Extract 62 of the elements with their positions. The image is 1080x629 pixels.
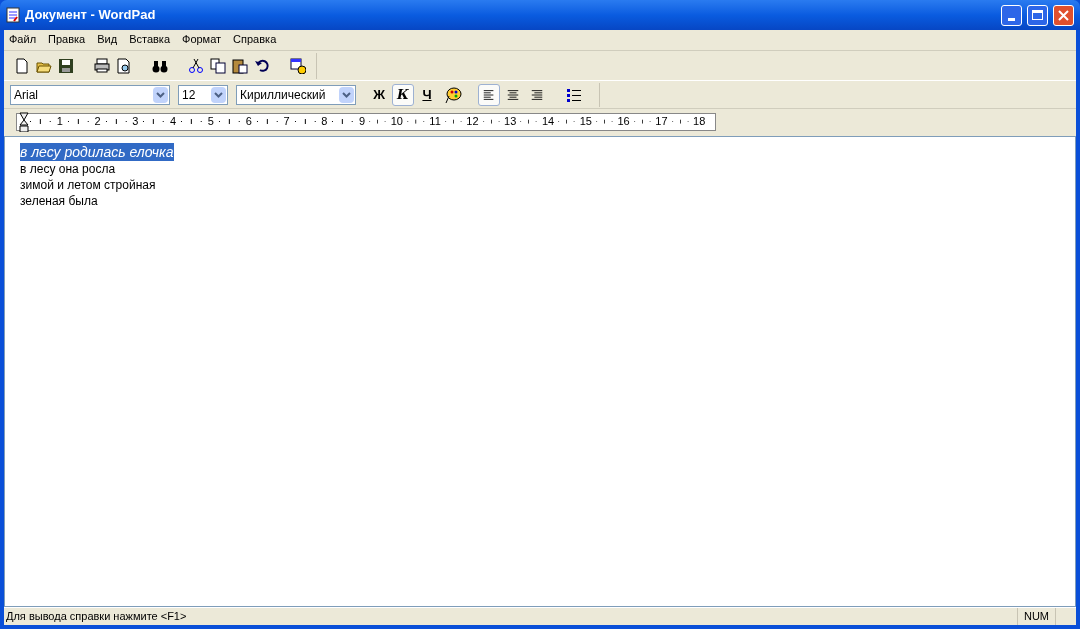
print-preview-icon[interactable] [116, 58, 132, 74]
binoculars-icon[interactable] [152, 58, 168, 74]
menu-item[interactable]: Вставка [129, 30, 170, 48]
menu-item[interactable]: Справка [233, 30, 277, 48]
script-dropdown[interactable]: Кириллический [236, 84, 356, 105]
close-x-icon[interactable] [1058, 9, 1069, 21]
ruler-number: 1 [56, 116, 63, 127]
indent-marker-icon[interactable] [19, 111, 29, 132]
ruler-number: 6 [245, 116, 252, 127]
menu-item[interactable]: Вид [97, 30, 118, 48]
document-area[interactable]: в лесу родилась елочка в лесу она росла зимой и летом стройная зеленая была [4, 136, 1076, 607]
undo-icon[interactable] [254, 58, 270, 74]
ruler-number: 9 [359, 116, 366, 127]
ruler-number: 10 [390, 116, 403, 127]
new-document-icon[interactable] [14, 58, 30, 74]
ruler-number: 4 [170, 116, 177, 127]
menu-item[interactable]: Правка [48, 30, 86, 48]
calendar-clock-icon[interactable] [290, 58, 306, 74]
dropdown-caret-icon[interactable] [211, 86, 226, 103]
ruler-number: 15 [579, 116, 592, 127]
ruler[interactable]: 1 2 3 4 5 6 7 8 9 10 11 12 13 14 15 16 17 18 [16, 112, 716, 131]
underline-button[interactable]: Ч [416, 83, 438, 106]
color-palette-icon[interactable] [444, 85, 462, 104]
dropdown-caret-icon[interactable] [339, 86, 354, 103]
ruler-number: 7 [283, 116, 290, 127]
align-left-button[interactable] [478, 83, 500, 106]
bullet-list-icon[interactable] [566, 87, 582, 102]
bold-button[interactable]: Ж [368, 83, 390, 106]
italic-button[interactable]: К [392, 83, 414, 106]
ruler-number: 14 [541, 116, 555, 127]
ruler-number: 18 [693, 116, 706, 127]
window-title: Документ - WordPad [25, 6, 157, 25]
document-line: зеленая была [20, 193, 98, 209]
ruler-number: 16 [617, 116, 630, 127]
notepad-icon [6, 7, 20, 23]
menu-item[interactable]: Файл [9, 30, 37, 48]
minimize-button[interactable] [1001, 4, 1022, 26]
scissors-icon[interactable] [188, 58, 204, 74]
dropdown-caret-icon[interactable] [153, 86, 168, 103]
ruler-number: 2 [94, 116, 101, 127]
ruler-number: 8 [321, 116, 328, 127]
ruler-number: 3 [132, 116, 139, 127]
align-right-icon[interactable] [530, 88, 544, 101]
ruler-number: 17 [655, 116, 668, 127]
ruler-number: 13 [504, 116, 517, 127]
ruler-number: 11 [429, 116, 441, 127]
printer-icon[interactable] [94, 58, 110, 74]
ruler-number: 5 [207, 116, 214, 127]
menu-item[interactable]: Формат [182, 30, 222, 48]
ruler-number: 12 [466, 116, 479, 127]
maximize-button[interactable] [1027, 4, 1048, 26]
font-dropdown[interactable]: Arial [10, 84, 170, 105]
document-line: зимой и летом стройная [20, 177, 156, 193]
num-lock-indicator: NUM [1016, 608, 1056, 625]
document-line: в лесу она росла [20, 161, 116, 177]
copy-icon[interactable] [210, 58, 226, 74]
close-button[interactable] [1053, 4, 1074, 26]
status-message: Для вывода справки нажмите <F1> [5, 609, 188, 625]
font-size-dropdown[interactable]: 12 [178, 84, 228, 105]
align-center-icon[interactable] [506, 88, 520, 101]
align-left-icon[interactable] [482, 88, 496, 101]
paste-icon[interactable] [232, 58, 248, 74]
